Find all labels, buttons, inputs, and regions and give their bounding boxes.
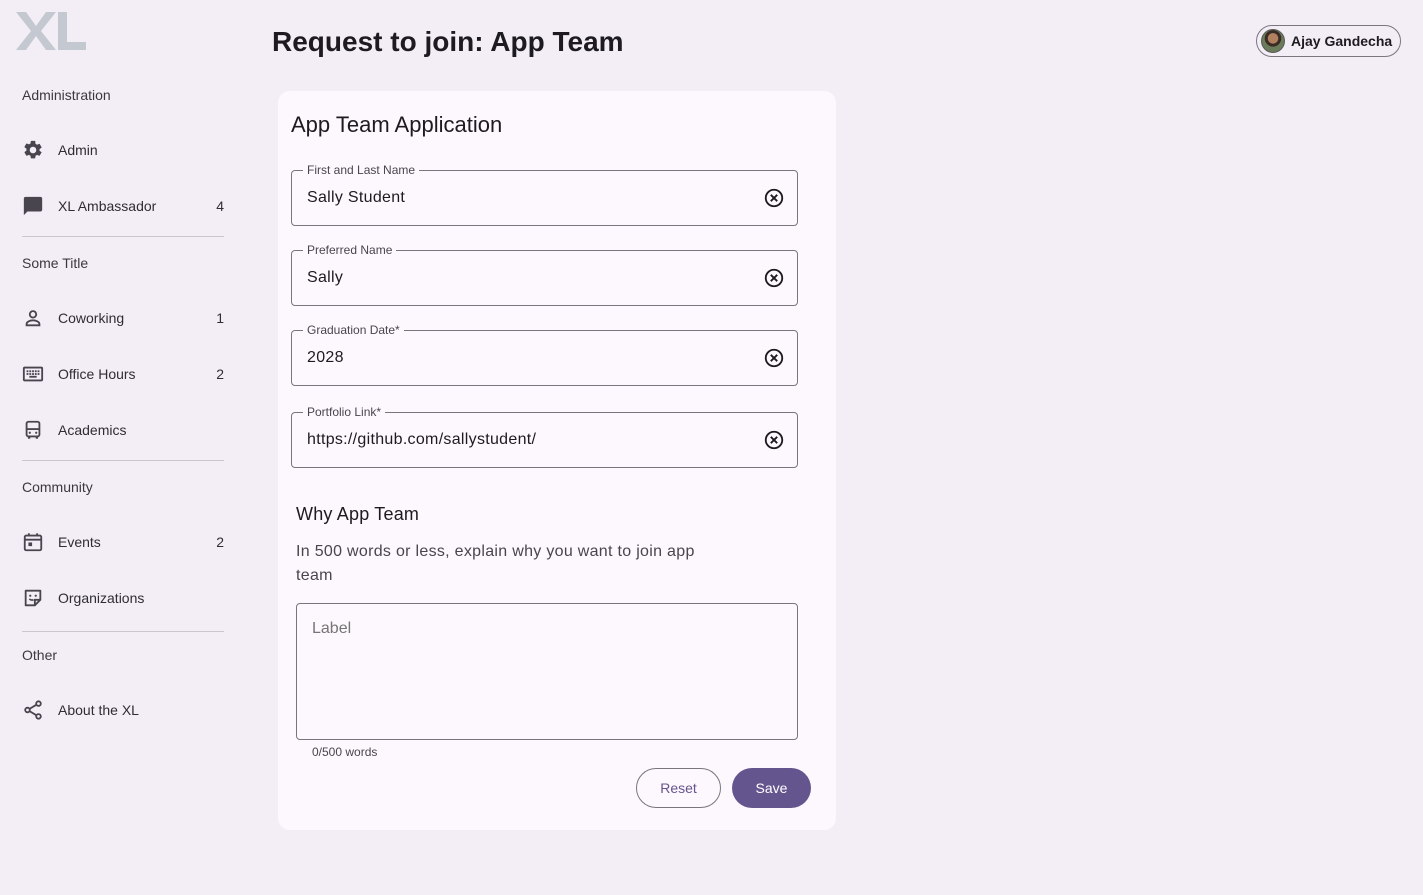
xl-logo[interactable] bbox=[14, 10, 88, 52]
section-title-some-title: Some Title bbox=[22, 255, 89, 271]
sidebar-item-label: XL Ambassador bbox=[58, 198, 157, 214]
sidebar-item-academics[interactable]: Academics bbox=[22, 410, 224, 450]
sidebar-item-events[interactable]: Events 2 bbox=[22, 522, 224, 562]
sidebar-divider bbox=[22, 460, 224, 461]
sidebar-item-count: 2 bbox=[216, 366, 224, 382]
user-profile-button[interactable]: Ajay Gandecha bbox=[1256, 25, 1401, 57]
sidebar-item-label: Coworking bbox=[58, 310, 125, 326]
section-title-other: Other bbox=[22, 647, 58, 663]
clear-icon[interactable] bbox=[763, 429, 785, 451]
share-icon bbox=[22, 699, 44, 721]
preferred-name-field: Preferred Name bbox=[291, 243, 798, 306]
sidebar-item-label: Events bbox=[58, 534, 101, 550]
sidebar-item-organizations[interactable]: Organizations bbox=[22, 578, 224, 618]
keyboard-icon bbox=[22, 363, 44, 385]
sidebar-item-label: Admin bbox=[58, 142, 98, 158]
graduation-date-input[interactable] bbox=[307, 331, 747, 385]
sidebar-item-xl-ambassador[interactable]: XL Ambassador 4 bbox=[22, 186, 224, 226]
clear-icon[interactable] bbox=[763, 267, 785, 289]
sidebar-item-count: 4 bbox=[216, 198, 224, 214]
portfolio-link-field: Portfolio Link* bbox=[291, 405, 798, 468]
why-section-description: In 500 words or less, explain why you wa… bbox=[296, 543, 695, 584]
preferred-name-input[interactable] bbox=[307, 251, 747, 305]
application-card: App Team Application First and Last Name… bbox=[278, 91, 836, 830]
sidebar-item-count: 2 bbox=[216, 534, 224, 550]
sidebar-item-about[interactable]: About the XL bbox=[22, 690, 224, 730]
calendar-icon bbox=[22, 531, 44, 553]
name-input[interactable] bbox=[307, 171, 747, 225]
form-title: App Team Application bbox=[291, 112, 503, 137]
sidebar-item-label: Academics bbox=[58, 422, 127, 438]
sidebar-item-label: About the XL bbox=[58, 702, 139, 718]
page-title: Request to join: App Team bbox=[272, 26, 624, 57]
why-textarea[interactable] bbox=[297, 604, 797, 739]
sidebar-item-coworking[interactable]: Coworking 1 bbox=[22, 298, 224, 338]
chat-icon bbox=[22, 195, 44, 217]
user-name: Ajay Gandecha bbox=[1291, 33, 1393, 49]
sidebar-divider bbox=[22, 236, 224, 237]
bus-icon bbox=[22, 419, 44, 441]
sidebar-divider bbox=[22, 631, 224, 632]
reset-button[interactable]: Reset bbox=[636, 768, 721, 808]
clear-icon[interactable] bbox=[763, 347, 785, 369]
sidebar: Administration Admin XL Ambassador 4 Som… bbox=[0, 0, 240, 895]
save-button[interactable]: Save bbox=[732, 768, 811, 808]
sidebar-item-admin[interactable]: Admin bbox=[22, 130, 224, 170]
sticker-icon bbox=[22, 587, 44, 609]
avatar bbox=[1261, 29, 1285, 53]
why-textarea-container bbox=[296, 603, 798, 740]
clear-icon[interactable] bbox=[763, 187, 785, 209]
sidebar-item-label: Organizations bbox=[58, 590, 145, 606]
why-section-title: Why App Team bbox=[296, 504, 420, 524]
sidebar-item-office-hours[interactable]: Office Hours 2 bbox=[22, 354, 224, 394]
name-field: First and Last Name bbox=[291, 163, 798, 226]
sidebar-item-label: Office Hours bbox=[58, 366, 136, 382]
section-title-administration: Administration bbox=[22, 87, 111, 103]
graduation-date-field: Graduation Date* bbox=[291, 323, 798, 386]
word-counter: 0/500 words bbox=[312, 745, 378, 759]
person-icon bbox=[22, 307, 44, 329]
gear-icon bbox=[22, 139, 44, 161]
sidebar-item-count: 1 bbox=[216, 310, 224, 326]
section-title-community: Community bbox=[22, 479, 93, 495]
portfolio-link-input[interactable] bbox=[307, 413, 747, 467]
